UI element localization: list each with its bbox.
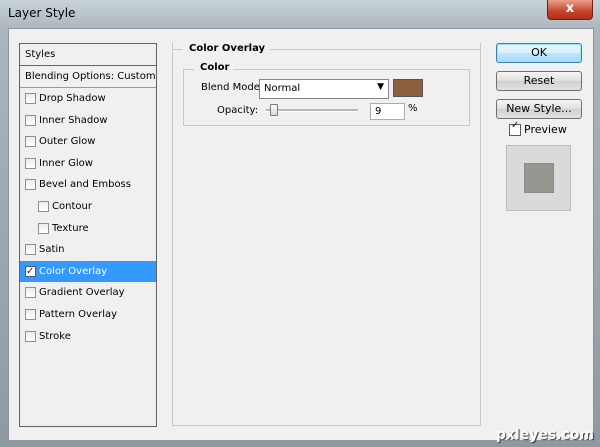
preview-label: Preview <box>524 123 567 136</box>
style-item-color-overlay[interactable]: Color Overlay <box>20 260 156 282</box>
style-item-label: Texture <box>52 222 89 234</box>
style-item-satin[interactable]: Satin <box>20 239 156 261</box>
style-item-contour[interactable]: Contour <box>20 196 156 218</box>
new-style-button[interactable]: New Style... <box>496 99 582 119</box>
blend-mode-select[interactable]: Normal ▼ <box>259 79 389 99</box>
close-button[interactable]: x <box>547 0 593 20</box>
style-checkbox[interactable] <box>25 136 36 148</box>
style-checkbox[interactable] <box>25 179 36 191</box>
style-checkbox[interactable] <box>38 222 49 234</box>
opacity-slider-track[interactable] <box>266 109 358 112</box>
styles-list: Styles Blending Options: Custom Drop Sha… <box>19 43 157 427</box>
styles-header[interactable]: Styles <box>20 44 156 66</box>
blend-mode-value: Normal <box>264 83 301 94</box>
style-checkbox[interactable] <box>25 308 36 320</box>
opacity-unit: % <box>408 103 418 114</box>
style-item-label: Contour <box>52 200 92 212</box>
opacity-slider-thumb[interactable] <box>270 104 279 116</box>
reset-button[interactable]: Reset <box>496 71 582 91</box>
style-item-label: Stroke <box>39 330 71 342</box>
preview-checkbox[interactable] <box>509 120 521 136</box>
style-item-label: Outer Glow <box>39 136 96 148</box>
style-item-inner-shadow[interactable]: Inner Shadow <box>20 110 156 132</box>
window-title: Layer Style <box>8 6 76 20</box>
style-item-label: Drop Shadow <box>39 93 106 104</box>
title-bar[interactable]: Layer Style x <box>0 0 600 26</box>
style-checkbox[interactable] <box>25 114 36 126</box>
style-item-label: Satin <box>39 244 65 256</box>
panel-title: Color Overlay <box>183 43 271 54</box>
watermark: pxleyes.com <box>495 427 594 443</box>
style-item-label: Bevel and Emboss <box>39 179 131 191</box>
style-item-inner-glow[interactable]: Inner Glow <box>20 153 156 175</box>
overlay-color-swatch[interactable] <box>393 79 423 97</box>
style-checkbox[interactable] <box>38 200 49 212</box>
opacity-label: Opacity: <box>217 105 259 116</box>
style-item-stroke[interactable]: Stroke <box>20 326 156 348</box>
style-checkbox[interactable] <box>25 93 36 104</box>
style-item-label: Color Overlay <box>39 265 108 277</box>
style-item-label: Inner Shadow <box>39 114 108 126</box>
close-icon: x <box>565 1 575 16</box>
style-item-bevel-and-emboss[interactable]: Bevel and Emboss <box>20 174 156 196</box>
style-checkbox[interactable] <box>25 244 36 256</box>
preview-thumbnail <box>506 145 571 211</box>
style-checkbox[interactable] <box>25 261 36 282</box>
dialog-client: Styles Blending Options: Custom Drop Sha… <box>8 28 594 441</box>
style-item-label: Pattern Overlay <box>39 308 118 320</box>
blending-options-item[interactable]: Blending Options: Custom <box>20 66 156 88</box>
style-checkbox[interactable] <box>25 330 36 342</box>
blend-mode-label: Blend Mode: <box>201 82 264 93</box>
ok-button[interactable]: OK <box>496 43 582 63</box>
style-item-pattern-overlay[interactable]: Pattern Overlay <box>20 304 156 326</box>
color-overlay-panel: Color Overlay Color Blend Mode: Normal ▼… <box>172 43 481 426</box>
group-title: Color <box>194 62 234 73</box>
style-item-outer-glow[interactable]: Outer Glow <box>20 131 156 153</box>
chevron-down-icon: ▼ <box>377 82 384 92</box>
style-item-label: Inner Glow <box>39 157 93 169</box>
color-group: Color Blend Mode: Normal ▼ Opacity: 9 % <box>183 62 470 126</box>
style-checkbox[interactable] <box>25 287 36 299</box>
dialog-frame: Layer Style x Styles Blending Options: C… <box>0 0 600 447</box>
opacity-value: 9 <box>375 106 382 117</box>
style-item-drop-shadow[interactable]: Drop Shadow <box>20 88 156 110</box>
style-item-gradient-overlay[interactable]: Gradient Overlay <box>20 282 156 304</box>
style-item-texture[interactable]: Texture <box>20 218 156 240</box>
style-checkbox[interactable] <box>25 157 36 169</box>
preview-swatch <box>524 163 554 193</box>
opacity-input[interactable]: 9 <box>370 103 405 120</box>
style-item-label: Gradient Overlay <box>39 287 125 299</box>
